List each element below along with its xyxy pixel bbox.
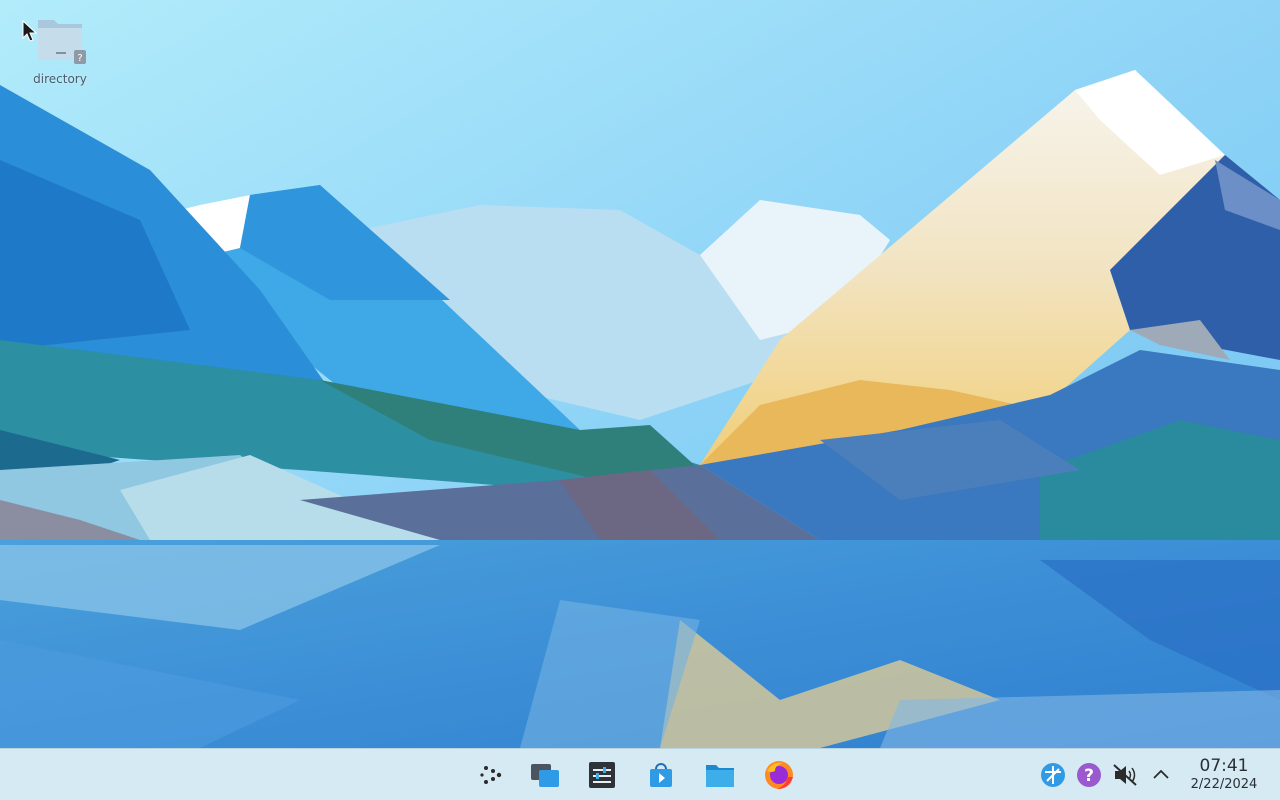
help-question-icon: ? <box>1077 763 1101 787</box>
show-hidden-icons-button[interactable] <box>1147 761 1175 789</box>
kde-launcher-icon <box>480 766 502 784</box>
folder-icon <box>706 765 734 787</box>
application-launcher-button[interactable] <box>471 755 511 795</box>
dolphin-file-manager-button[interactable] <box>700 755 740 795</box>
discover-store-button[interactable] <box>641 755 681 795</box>
settings-sliders-icon <box>589 762 615 788</box>
folder-unknown-icon: ? <box>38 20 86 64</box>
network-globe-icon <box>1041 763 1065 787</box>
taskbar: ? 07:41 2/22/2024 <box>0 748 1280 800</box>
clock-date: 2/22/2024 <box>1190 777 1258 792</box>
desktop-icon-label: directory <box>33 72 87 86</box>
volume-tray-button[interactable] <box>1111 761 1139 789</box>
store-bag-icon <box>650 763 672 787</box>
svg-text:?: ? <box>1084 766 1094 786</box>
chevron-up-icon <box>1153 769 1169 779</box>
desktop[interactable]: ? directory <box>0 0 1280 748</box>
clock-time: 07:41 <box>1199 756 1249 776</box>
digital-clock[interactable]: 07:41 2/22/2024 <box>1180 756 1268 796</box>
svg-text:?: ? <box>77 53 82 64</box>
help-tray-button[interactable]: ? <box>1075 761 1103 789</box>
firefox-button[interactable] <box>759 755 799 795</box>
mouse-pointer-icon <box>22 20 38 42</box>
wallpaper <box>0 0 1280 748</box>
desktop-switcher-icon <box>531 764 559 787</box>
virtual-desktops-button[interactable] <box>525 755 565 795</box>
firefox-icon <box>765 761 793 789</box>
network-tray-button[interactable] <box>1039 761 1067 789</box>
system-settings-button[interactable] <box>582 755 622 795</box>
volume-muted-icon <box>1113 764 1137 786</box>
